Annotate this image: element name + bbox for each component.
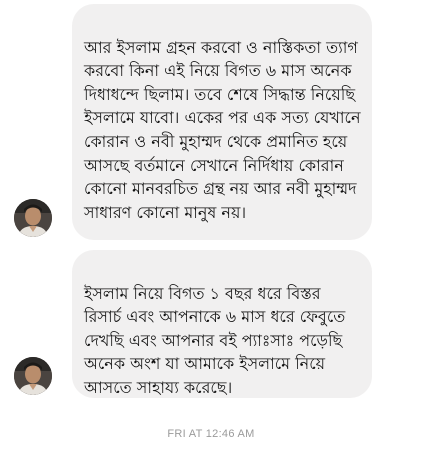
- avatar[interactable]: [14, 357, 52, 395]
- avatar[interactable]: [14, 199, 52, 237]
- message-thread: আর ইসলাম গ্রহন করবো ও নাস্তিকতা ত্যাগ কর…: [0, 0, 422, 450]
- user-photo-icon: [14, 199, 52, 237]
- message-bubble[interactable]: ইসলাম নিয়ে বিগত ১ বছর ধরে বিস্তর রিসার্…: [72, 250, 372, 398]
- user-photo-icon: [14, 357, 52, 395]
- message-bubble[interactable]: আর ইসলাম গ্রহন করবো ও নাস্তিকতা ত্যাগ কর…: [72, 4, 372, 240]
- message-text: আর ইসলাম গ্রহন করবো ও নাস্তিকতা ত্যাগ কর…: [84, 37, 361, 222]
- message-timestamp: FRI AT 12:46 AM: [167, 428, 255, 440]
- message-text: ইসলাম নিয়ে বিগত ১ বছর ধরে বিস্তর রিসার্…: [84, 283, 346, 397]
